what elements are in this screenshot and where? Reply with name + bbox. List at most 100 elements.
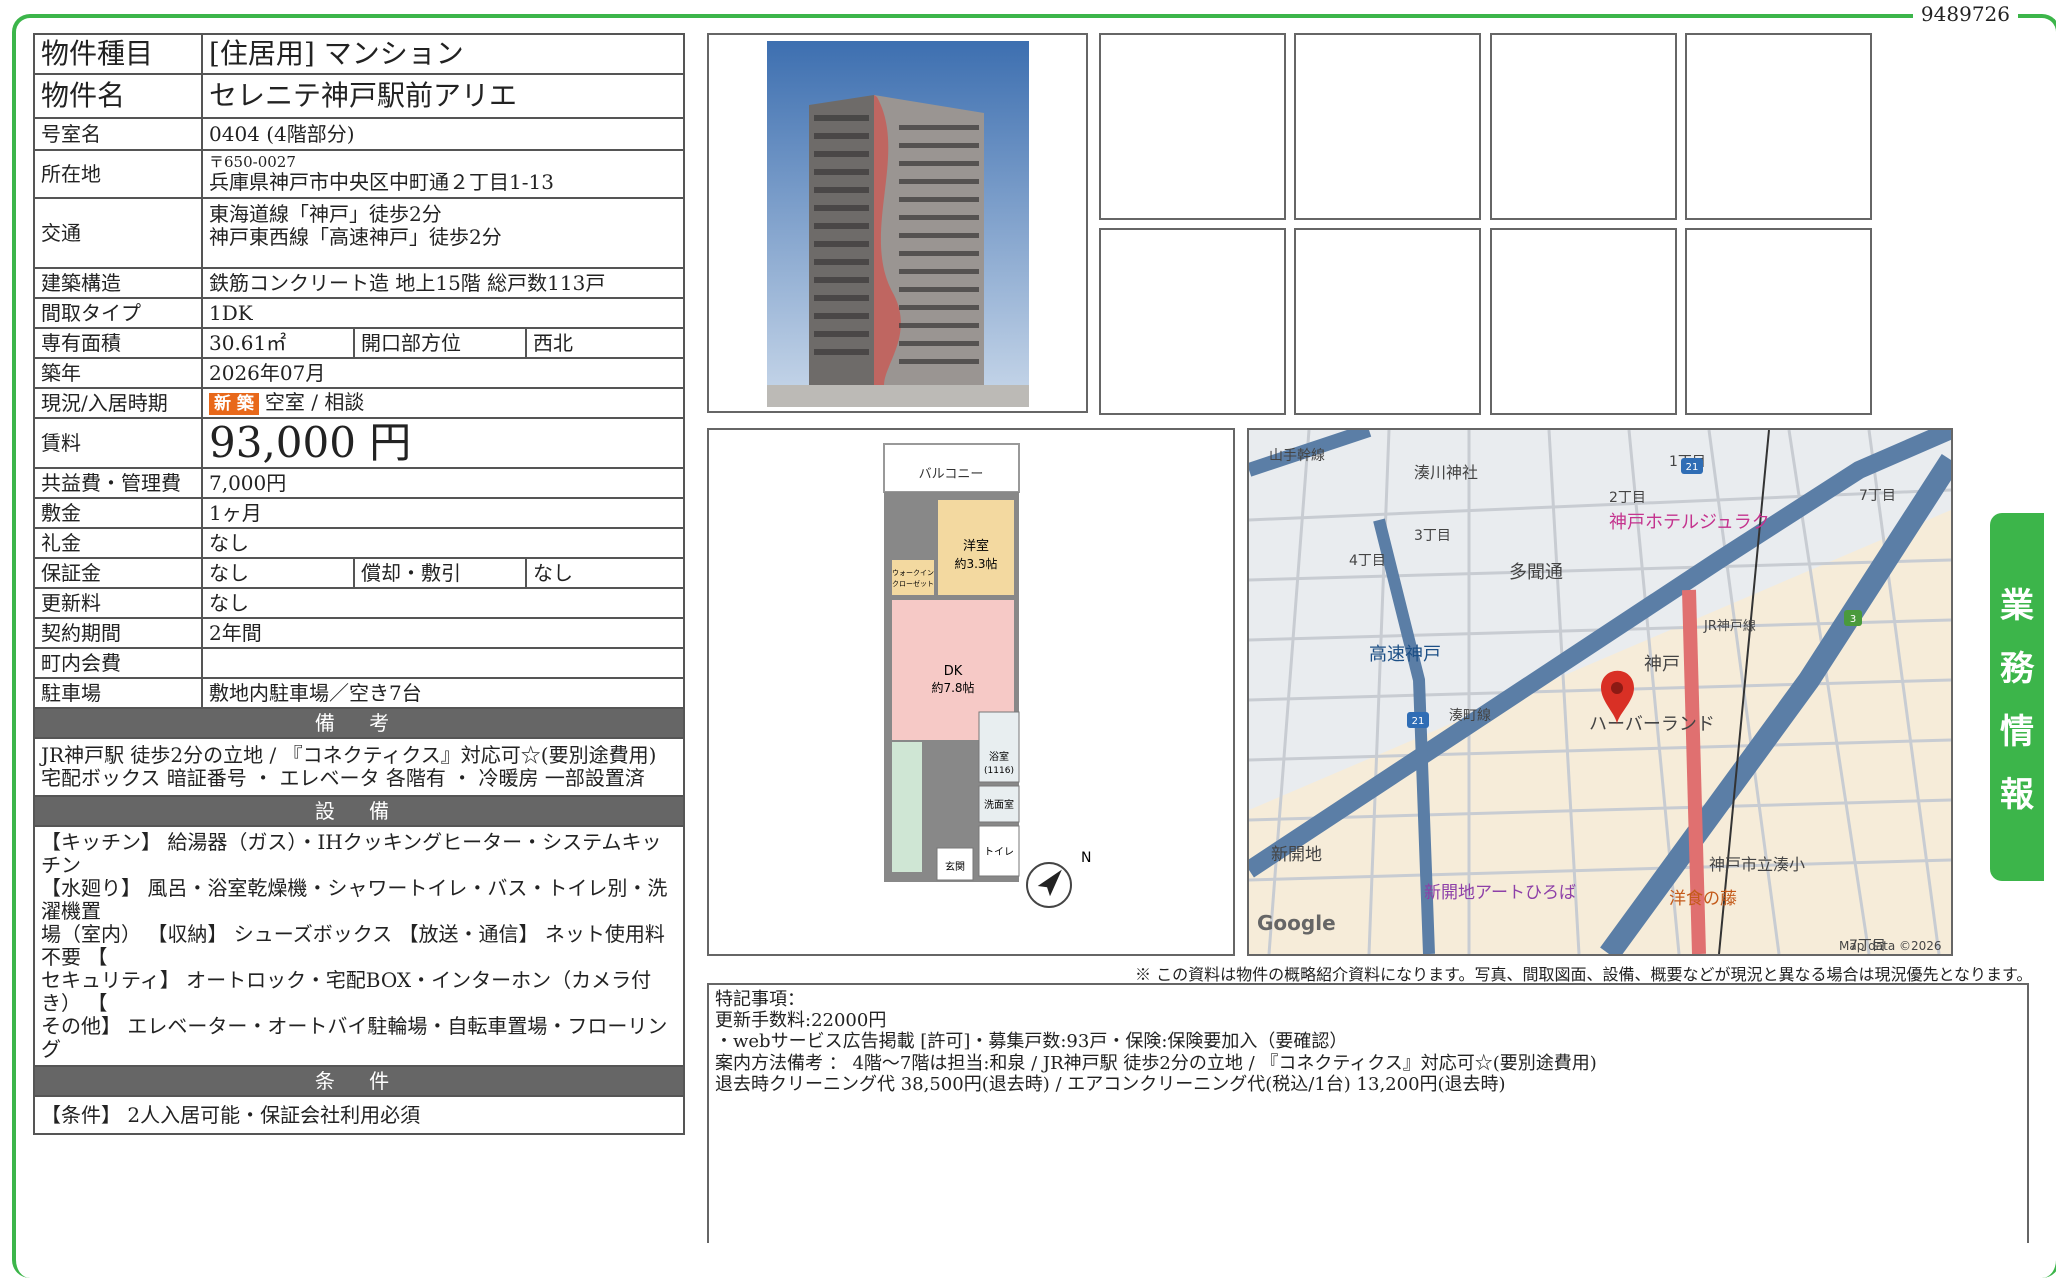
direction-label: 開口部方位 (353, 327, 527, 359)
map-label-kosoku-kobe: 高速神戸 (1369, 644, 1441, 665)
direction-value: 西北 (525, 327, 685, 359)
assoc-value (201, 647, 685, 680)
route-badge: 21 (1686, 462, 1699, 473)
map-label-yamate: 山手幹線 (1269, 447, 1325, 464)
equipment-line: その他】 エレベーター・オートバイ駐輪場・自転車置場・フローリング (41, 1014, 668, 1062)
map-chome-label: 7丁目 (1859, 488, 1896, 504)
area-map[interactable]: 湊川神社 神戸ホテルジュラク 多聞通 高速神戸 神戸 ハーバーランド 新開地 新… (1244, 421, 1961, 961)
special-notes-line: 特記事項： (715, 989, 805, 1010)
google-logo: Google (1257, 911, 1336, 935)
photo-thumbnail[interactable] (1099, 228, 1286, 415)
map-label-tamon: 多聞通 (1509, 562, 1563, 583)
disclaimer-caption: ※ この資料は物件の概略紹介資料になります。写真、間取図面、設備、概要などが現況… (1135, 965, 2033, 984)
building-image (767, 41, 1029, 407)
photo-thumbnail[interactable] (1685, 33, 1872, 220)
deposit-value: 1ヶ月 (201, 497, 685, 530)
built-value: 2026年07月 (201, 357, 685, 389)
conditions-line: 【条件】 2人入居可能・保証会社利用必須 (41, 1102, 421, 1127)
guarantee-label: 保証金 (33, 557, 203, 590)
side-tab-char: 報 (2000, 775, 2034, 815)
name-label: 物件名 (33, 73, 203, 119)
contract-label: 契約期間 (33, 617, 203, 650)
special-notes-line: 更新手数料:22000円 (715, 1010, 887, 1032)
map-label-shinkaichi: 新開地 (1271, 845, 1322, 865)
fee-label: 共益費・管理費 (33, 467, 203, 500)
floor-plan-drawing: バルコニー 洋室 約3.3帖 ウォークイン クローゼット DK 約7.8帖 浴室… (883, 443, 1091, 908)
layout-label: 間取タイプ (33, 297, 203, 329)
toilet-label: トイレ (984, 847, 1014, 858)
zip-code: 〒650-0027 (209, 152, 296, 171)
map-chome-label: 4丁目 (1349, 553, 1386, 569)
photo-thumbnail[interactable] (1685, 228, 1872, 415)
address-label: 所在地 (33, 149, 203, 199)
map-label-kobe-hotel: 神戸ホテルジュラク (1609, 512, 1770, 533)
property-spec-table: 物件種目 [住居用] マンション 物件名 セレニテ神戸駅前アリエ 号室名 0404 (… (33, 33, 685, 1136)
photo-thumbnail[interactable] (1294, 228, 1481, 415)
special-notes-line: 案内方法備考 ： 4階～7階は担当:和泉 / JR神戸駅 徒歩2分の立地 / 『… (715, 1052, 1597, 1074)
parking-label: 駐車場 (33, 677, 203, 710)
map-chome-label: 3丁目 (1414, 528, 1451, 544)
guarantee-value: なし (201, 557, 355, 590)
equipment-line: 場（室内） 【収納】 シューズボックス 【放送・通信】 ネット使用料不要 【 (41, 922, 665, 970)
type-label: 物件種目 (33, 33, 203, 75)
map-drawing: 湊川神社 神戸ホテルジュラク 多聞通 高速神戸 神戸 ハーバーランド 新開地 新… (1244, 421, 1961, 961)
north-label: N (1081, 850, 1091, 866)
area-value: 30.61㎡ (201, 327, 355, 359)
building-photo[interactable] (707, 33, 1088, 413)
access-line: 東海道線「神戸」徒歩2分 (209, 202, 442, 226)
side-tab-char: 業 (2000, 586, 2034, 626)
type-value: [住居用] マンション (201, 33, 685, 75)
fee-value: 7,000円 (201, 467, 685, 500)
key-money-value: なし (201, 527, 685, 560)
built-label: 築年 (33, 357, 203, 389)
access-label: 交通 (33, 197, 203, 269)
map-label-minatogawa: 湊川神社 (1414, 463, 1478, 482)
equipment-line: 【キッチン】 給湯器（ガス）・IHクッキングヒーター・システムキッチン (41, 830, 662, 878)
equipment-heading: 設 備 (33, 795, 685, 828)
contract-value: 2年間 (201, 617, 685, 650)
remarks-line: JR神戸駅 徒歩2分の立地 / 『コネクティクス』対応可☆(要別途費用) (41, 743, 657, 768)
renewal-value: なし (201, 587, 685, 620)
rent-value: 93,000 円 (201, 416, 685, 470)
western-size-label: 約3.3帖 (954, 556, 997, 571)
remarks-line: 宅配ボックス 暗証番号 ・ エレベータ 各階有 ・ 冷暖房 一部設置済 (41, 766, 645, 791)
equipment-line: 【水廻り】 風呂・浴室乾燥機・シャワートイレ・バス・トイレ別・洗濯機置 (41, 876, 668, 924)
closet-label: クローゼット (892, 579, 934, 588)
structure-value: 鉄筋コンクリート造 地上15階 総戸数113戸 (201, 267, 685, 299)
amort-value: なし (525, 557, 685, 590)
room-label: 号室名 (33, 117, 203, 151)
assoc-label: 町内会費 (33, 647, 203, 680)
document-id: 9489726 (1912, 2, 2018, 26)
name-value: セレニテ神戸駅前アリエ (201, 73, 685, 119)
area-label: 専有面積 (33, 327, 203, 359)
remarks-heading: 備 考 (33, 707, 685, 740)
map-label-harborland: ハーバーランド (1589, 714, 1715, 735)
layout-value: 1DK (201, 297, 685, 329)
access-line: 神戸東西線「高速神戸」徒歩2分 (209, 225, 502, 249)
map-label-art: 新開地アートひろば (1424, 883, 1576, 903)
walkin-label: ウォークイン (892, 569, 934, 577)
map-chome-label: 2丁目 (1609, 490, 1646, 506)
room-value: 0404 (4階部分) (201, 117, 685, 151)
photo-thumbnail[interactable] (1490, 228, 1677, 415)
conditions-heading: 条 件 (33, 1065, 685, 1098)
photo-thumbnail[interactable] (1294, 33, 1481, 220)
dk-size-label: 約7.8帖 (931, 680, 974, 695)
side-tab-char: 情 (2000, 712, 2034, 752)
amort-label: 償却・敷引 (353, 557, 527, 590)
photo-thumbnail[interactable] (1490, 33, 1677, 220)
photo-thumbnail[interactable] (1099, 33, 1286, 220)
dk-label: DK (944, 664, 963, 679)
map-label-minatomachi: 湊町線 (1449, 707, 1491, 724)
bath-label: 浴室 (989, 750, 1009, 763)
business-info-tab[interactable]: 業 務 情 報 (1990, 513, 2044, 881)
deposit-label: 敷金 (33, 497, 203, 530)
route-badge: 3 (1850, 614, 1856, 625)
new-build-badge: 新 築 (209, 393, 259, 416)
renewal-label: 更新料 (33, 587, 203, 620)
status-label: 現況/入居時期 (33, 387, 203, 419)
parking-value: 敷地内駐車場／空き7台 (201, 677, 685, 710)
floor-plan[interactable]: バルコニー 洋室 約3.3帖 ウォークイン クローゼット DK 約7.8帖 浴室… (707, 428, 1235, 956)
map-label-jr: JR神戸線 (1703, 618, 1756, 634)
map-credit: Map data ©2026 (1839, 939, 1942, 953)
